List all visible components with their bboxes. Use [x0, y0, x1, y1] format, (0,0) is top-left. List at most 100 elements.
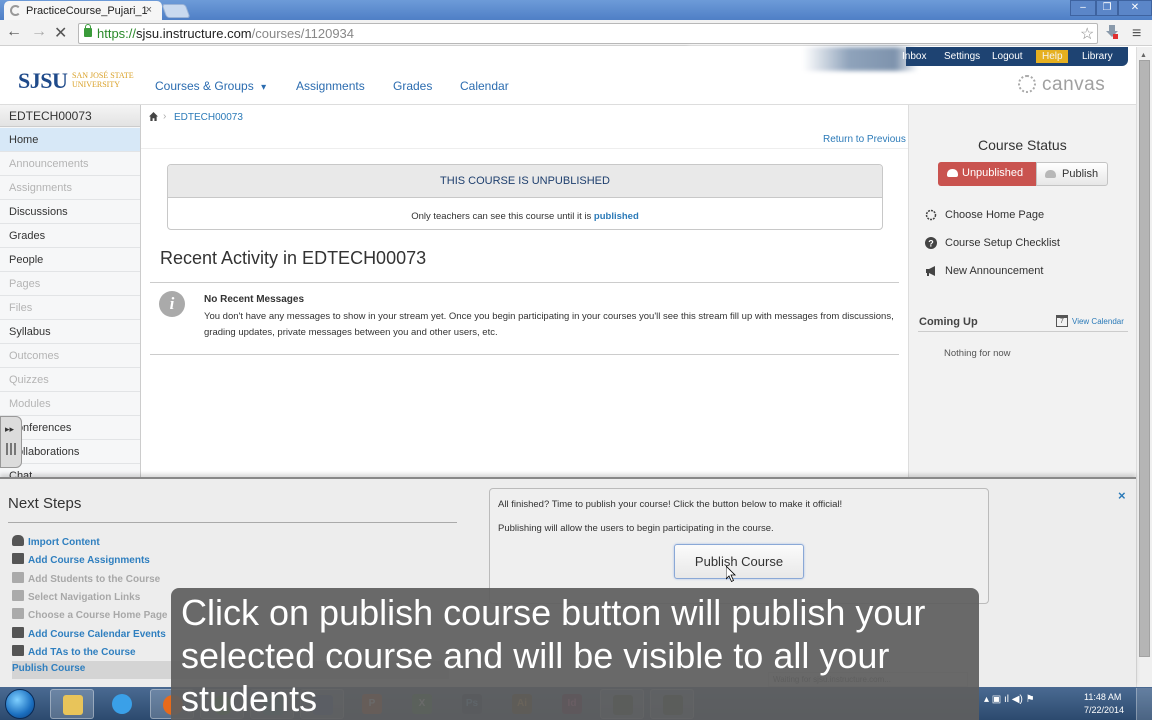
- browser-tab[interactable]: PracticeCourse_Pujari_1 ×: [4, 1, 162, 21]
- nav-settings[interactable]: Settings: [944, 51, 980, 62]
- logo-subtitle: SAN JOSÉ STATE UNIVERSITY: [72, 71, 134, 89]
- course-nav-item-syllabus[interactable]: Syllabus: [0, 320, 140, 344]
- return-to-previous-link[interactable]: Return to Previous: [823, 134, 906, 145]
- scrollbar-thumb[interactable]: [1139, 60, 1150, 657]
- nav-library[interactable]: Library: [1082, 51, 1113, 62]
- url-bar[interactable]: https://sjsu.instructure.com/courses/112…: [78, 23, 1098, 44]
- grip-icon: [6, 443, 16, 455]
- course-setup-checklist-link[interactable]: Course Setup Checklist: [945, 237, 1060, 249]
- divider: [8, 522, 457, 523]
- url-scheme: https://: [97, 26, 137, 41]
- nav-grades[interactable]: Grades: [393, 79, 432, 93]
- new-announcement-link[interactable]: New Announcement: [945, 265, 1043, 277]
- next-step-item[interactable]: Add Course Calendar Events: [12, 626, 166, 640]
- next-step-item[interactable]: Select Navigation Links: [12, 589, 140, 603]
- course-nav-item-modules[interactable]: Modules: [0, 392, 140, 416]
- lock-icon: [84, 24, 92, 37]
- divider: [150, 282, 899, 283]
- course-nav-item-home[interactable]: Home: [0, 128, 140, 152]
- menu-icon[interactable]: ≡: [1132, 25, 1141, 43]
- minimize-button[interactable]: –: [1070, 0, 1096, 16]
- breadcrumb-course-link[interactable]: EDTECH00073: [174, 112, 243, 123]
- next-step-label: Add TAs to the Course: [28, 646, 136, 658]
- start-button[interactable]: [5, 689, 35, 719]
- next-step-label: Choose a Course Home Page: [28, 610, 168, 622]
- next-step-label: Add Course Calendar Events: [28, 628, 166, 640]
- taskbar-explorer[interactable]: [50, 689, 94, 719]
- next-step-item[interactable]: Add Students to the Course: [12, 571, 160, 585]
- inbox-label: Inbox: [902, 51, 927, 62]
- divider: [141, 148, 908, 149]
- show-desktop-button[interactable]: [1136, 688, 1152, 720]
- canvas-logo: canvas: [1018, 74, 1105, 96]
- scroll-up-icon[interactable]: ▲: [1140, 52, 1147, 59]
- clock-time[interactable]: 11:48 AM: [1084, 692, 1121, 702]
- sjsu-logo[interactable]: SJSU SAN JOSÉ STATE UNIVERSITY: [18, 68, 134, 94]
- no-recent-text: You don't have any messages to show in y…: [204, 311, 894, 338]
- document-icon: [12, 553, 24, 565]
- note-text: Only teachers can see this course until …: [411, 211, 594, 222]
- download-icon[interactable]: [1106, 25, 1118, 39]
- next-step-item[interactable]: Add Course Assignments: [12, 553, 150, 566]
- unpublished-notice: THIS COURSE IS UNPUBLISHED Only teachers…: [167, 164, 883, 230]
- view-calendar-link[interactable]: View Calendar: [1072, 317, 1124, 326]
- choose-home-page-link[interactable]: Choose Home Page: [945, 209, 1044, 221]
- home-icon[interactable]: [149, 112, 158, 121]
- home-page-icon: [12, 608, 24, 620]
- bookmark-star-icon[interactable]: ☆: [1080, 24, 1094, 44]
- next-step-item[interactable]: Import Content: [12, 535, 100, 548]
- coming-up-heading: Coming Up: [919, 316, 978, 328]
- forward-icon[interactable]: →: [31, 23, 47, 41]
- megaphone-icon: [926, 266, 935, 276]
- course-nav-item-grades[interactable]: Grades: [0, 224, 140, 248]
- next-step-label: Import Content: [28, 537, 100, 548]
- question-circle-icon: ?: [925, 237, 937, 249]
- back-icon[interactable]: ←: [6, 23, 22, 41]
- nav-calendar[interactable]: Calendar: [460, 79, 509, 93]
- publish-explanation: Publishing will allow the users to begin…: [498, 523, 774, 534]
- restore-button[interactable]: ❐: [1096, 0, 1118, 16]
- course-nav-item-discussions[interactable]: Discussions: [0, 200, 140, 224]
- nav-logout[interactable]: Logout: [992, 51, 1023, 62]
- tutorial-caption: Click on publish course button will publ…: [171, 588, 979, 720]
- next-step-item[interactable]: Add TAs to the Course: [12, 644, 136, 658]
- new-tab-button[interactable]: [161, 4, 191, 18]
- course-nav-item-people[interactable]: People: [0, 248, 140, 272]
- next-step-item[interactable]: Choose a Course Home Page: [12, 608, 167, 621]
- course-nav-item-quizzes[interactable]: Quizzes: [0, 368, 140, 392]
- nav-help[interactable]: Help: [1042, 51, 1063, 62]
- course-status-heading: Course Status: [978, 137, 1067, 153]
- publish-course-button[interactable]: Publish Course: [674, 544, 804, 579]
- breadcrumb-separator: ›: [163, 111, 167, 122]
- nav-inbox[interactable]: Inbox: [902, 51, 926, 62]
- published-link[interactable]: published: [594, 211, 639, 222]
- course-nav-item-assignments[interactable]: Assignments: [0, 176, 140, 200]
- taskbar-internet-explorer[interactable]: [100, 689, 144, 719]
- link-icon: [12, 589, 24, 601]
- close-next-steps-icon[interactable]: ×: [1118, 488, 1126, 503]
- stop-icon[interactable]: ✕: [54, 23, 67, 43]
- course-nav-item-outcomes[interactable]: Outcomes: [0, 344, 140, 368]
- publish-button[interactable]: Publish: [1036, 162, 1108, 186]
- url-path: /courses/1120934: [251, 26, 355, 41]
- clock-date[interactable]: 7/22/2014: [1084, 705, 1124, 715]
- collapse-handle[interactable]: ▸▸: [0, 416, 22, 468]
- logo-main: SJSU: [18, 68, 68, 93]
- tab-close-icon[interactable]: ×: [146, 4, 152, 16]
- divider: [150, 354, 899, 355]
- calendar-icon: 7: [1056, 315, 1068, 327]
- course-code-title[interactable]: EDTECH00073: [0, 105, 140, 127]
- system-tray[interactable]: ▴ ▣ ıl ◀) ⚑: [984, 694, 1035, 705]
- close-window-button[interactable]: ✕: [1118, 0, 1152, 16]
- nav-courses-groups[interactable]: Courses & Groups ▾: [155, 79, 266, 93]
- course-nav-item-files[interactable]: Files: [0, 296, 140, 320]
- unpublished-label: Unpublished: [962, 167, 1024, 179]
- next-step-item[interactable]: Publish Course: [12, 663, 85, 674]
- course-nav-item-announcements[interactable]: Announcements: [0, 152, 140, 176]
- nav-assignments[interactable]: Assignments: [296, 79, 365, 93]
- unpublished-button[interactable]: Unpublished: [938, 162, 1036, 186]
- chevron-down-icon: ▾: [261, 82, 267, 93]
- canvas-wordmark: canvas: [1042, 74, 1106, 95]
- course-nav-item-pages[interactable]: Pages: [0, 272, 140, 296]
- loading-spinner-icon: [10, 5, 21, 16]
